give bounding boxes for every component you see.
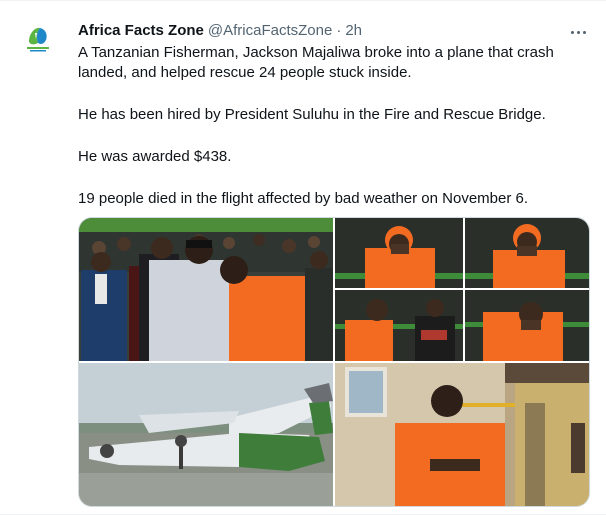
photo-crying-1[interactable] xyxy=(335,218,463,288)
tweet-header: Africa Facts Zone @AfricaFactsZone · 2h xyxy=(78,21,362,41)
tweet-text-line-2: landed, and helped rescue 24 people stuc… xyxy=(78,64,412,81)
timestamp[interactable]: 2h xyxy=(345,21,362,41)
tweet-text-line-4: He was awarded $438. xyxy=(78,148,232,165)
media-grid xyxy=(78,217,590,507)
tweet-text-line-3: He has been hired by President Suluhu in… xyxy=(78,106,546,123)
photo-crying-3[interactable] xyxy=(335,290,463,361)
tweet-text-line-5: 19 people died in the flight affected by… xyxy=(78,190,529,207)
separator-dot: · xyxy=(336,22,342,39)
tweet-text-line-1: A Tanzanian Fisherman, Jackson Majaliwa … xyxy=(78,44,554,61)
photo-crying-2[interactable] xyxy=(465,218,589,288)
tweet-article[interactable]: Africa Facts Zone @AfricaFactsZone · 2h … xyxy=(0,0,606,515)
ellipsis-horizontal-icon xyxy=(569,30,587,34)
user-handle[interactable]: @AfricaFactsZone xyxy=(208,21,332,41)
avatar[interactable] xyxy=(18,19,58,59)
africa-facts-zone-logo-icon xyxy=(18,19,58,59)
photo-embrace[interactable] xyxy=(79,218,333,361)
more-options-button[interactable] xyxy=(564,21,592,43)
photo-rescuer-seated[interactable] xyxy=(335,363,589,506)
photo-crying-4[interactable] xyxy=(465,290,589,361)
photo-crashed-plane[interactable] xyxy=(79,363,333,506)
display-name[interactable]: Africa Facts Zone xyxy=(78,21,204,41)
